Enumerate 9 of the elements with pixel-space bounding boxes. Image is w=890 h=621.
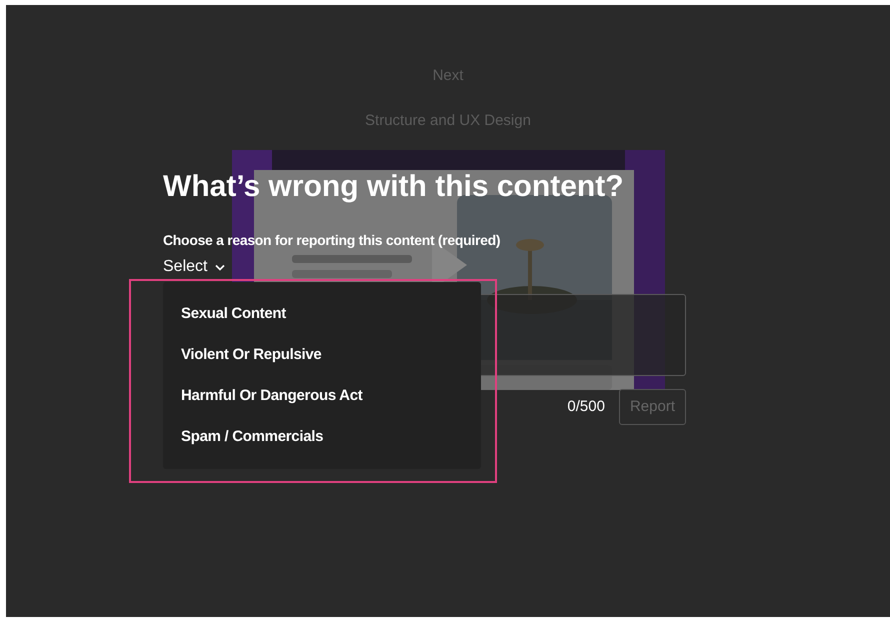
chevron-icon [215, 264, 226, 270]
dropdown-option[interactable]: Harmful Or Dangerous Act [163, 383, 481, 409]
dropdown-option[interactable]: Spam / Commercials [163, 424, 481, 450]
dropdown-option[interactable]: Sexual Content [163, 301, 481, 327]
character-counter: 0/500 [567, 396, 605, 417]
reason-label: Choose a reason for reporting this content (required) [163, 231, 500, 249]
reason-select[interactable]: Select [163, 257, 226, 277]
dialog-title: What’s wrong with this content? [163, 169, 624, 205]
dropdown-option[interactable]: Violent Or Repulsive [163, 342, 481, 368]
